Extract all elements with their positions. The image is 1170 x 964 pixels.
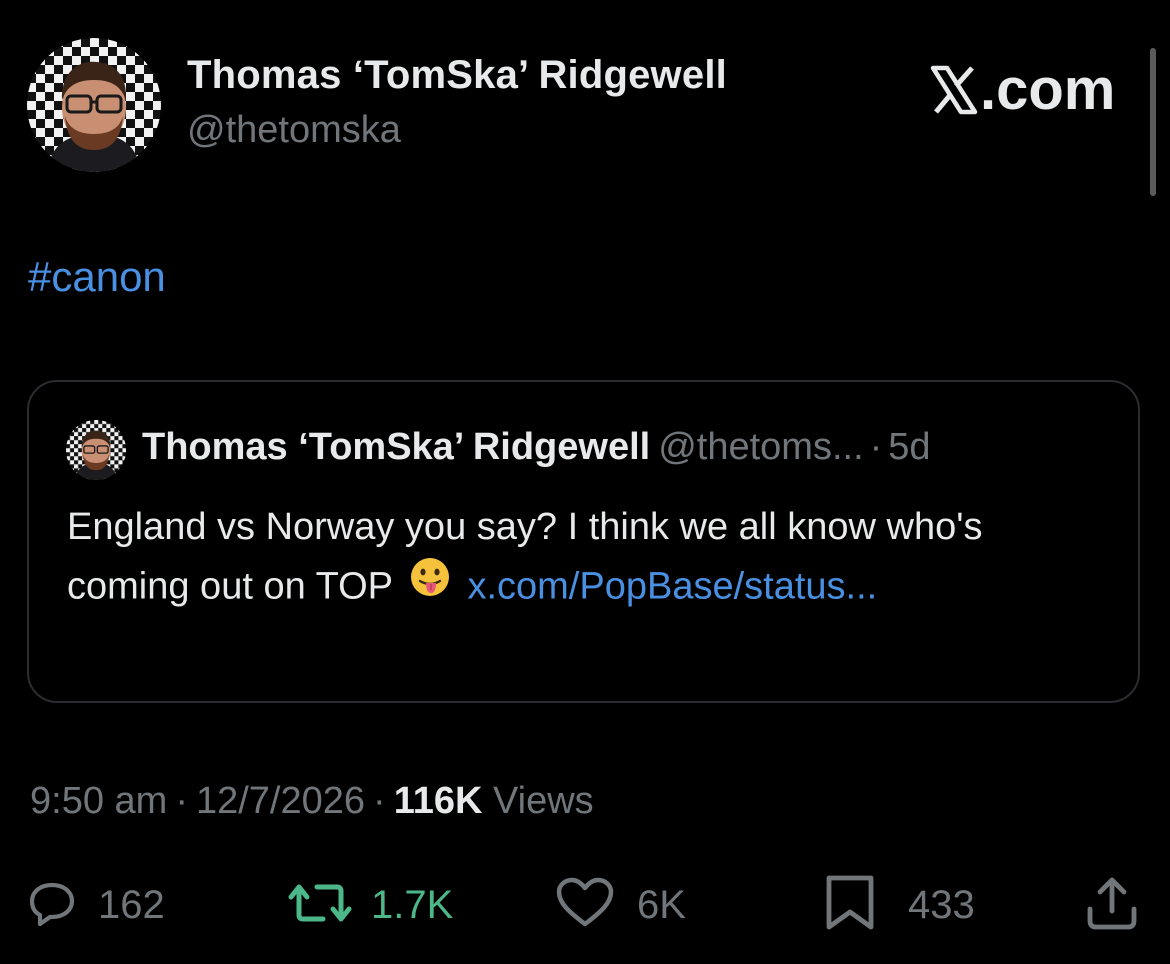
action-bar: 162 1.7K 6K 433 — [0, 870, 1170, 940]
post-meta: 9:50 am · 12/7/2026 · 116K Views — [30, 780, 594, 823]
quoted-time-ago: 5d — [888, 426, 931, 468]
bookmark-count: 433 — [908, 882, 975, 927]
bookmark-button[interactable]: 433 — [824, 870, 975, 940]
share-button[interactable] — [1086, 870, 1138, 940]
reply-icon — [28, 879, 76, 932]
reply-button[interactable]: 162 — [28, 870, 165, 940]
bookmark-icon — [824, 875, 876, 936]
quoted-post-text: England vs Norway you say? I think we al… — [67, 498, 1097, 621]
views-label: Views — [493, 780, 594, 822]
like-button[interactable]: 6K — [555, 870, 686, 940]
author-name[interactable]: Thomas ‘TomSka’ Ridgewell — [187, 53, 727, 98]
quoted-post-header: Thomas ‘TomSka’ Ridgewell @thetoms... · 5d — [142, 426, 931, 469]
quoted-author-name: Thomas ‘TomSka’ Ridgewell — [142, 426, 651, 468]
repost-button[interactable]: 1.7K — [285, 870, 453, 940]
repost-icon — [285, 879, 355, 932]
meta-separator: · — [373, 780, 386, 822]
quoted-author-avatar — [66, 420, 126, 480]
tongue-emoji-icon — [409, 556, 451, 615]
like-count: 6K — [637, 882, 686, 927]
quoted-post-link[interactable]: x.com/PopBase/status... — [467, 566, 877, 608]
views-count: 116K — [393, 780, 483, 822]
repost-count: 1.7K — [371, 882, 454, 927]
x-logo-icon — [930, 65, 980, 115]
author-avatar[interactable] — [27, 38, 161, 172]
reply-count: 162 — [98, 882, 165, 927]
site-branding: .com — [930, 56, 1115, 123]
quoted-separator: · — [869, 426, 883, 468]
hashtag-link[interactable]: #canon — [28, 253, 166, 301]
meta-separator: · — [175, 780, 188, 822]
post-time[interactable]: 9:50 am — [30, 780, 167, 822]
post-date[interactable]: 12/7/2026 — [196, 780, 365, 822]
author-handle[interactable]: @thetomska — [187, 109, 401, 152]
quoted-author-handle: @thetoms... — [658, 426, 864, 468]
share-icon — [1086, 875, 1138, 936]
heart-icon — [555, 877, 615, 934]
scrollbar[interactable] — [1150, 48, 1156, 196]
site-label-text: .com — [980, 57, 1116, 122]
